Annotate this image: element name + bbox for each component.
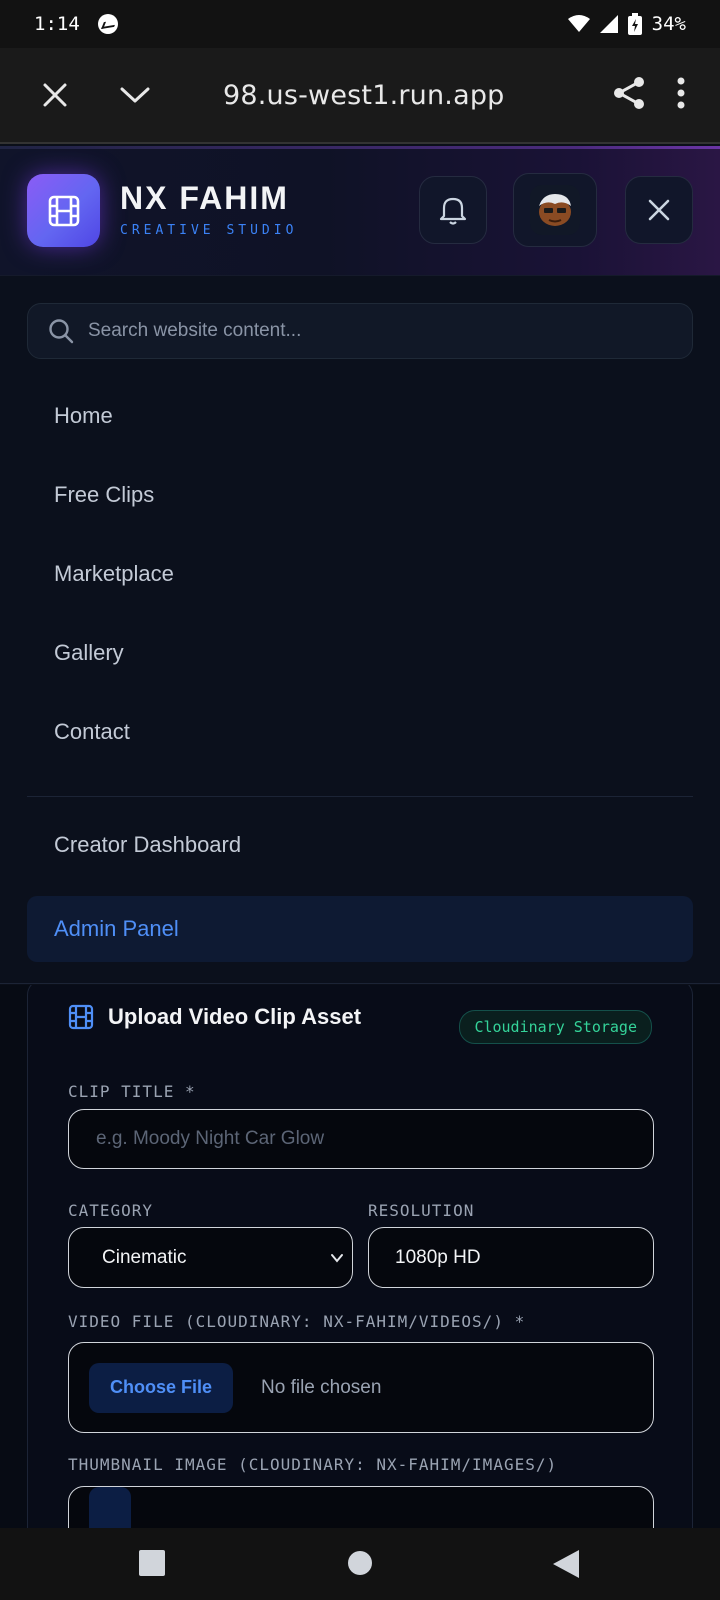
close-tab-button[interactable]	[27, 67, 83, 123]
profile-button[interactable]	[513, 173, 597, 247]
storage-badge: Cloudinary Storage	[459, 1010, 652, 1044]
browser-toolbar: 98.us-west1.run.app	[0, 48, 720, 144]
url-text[interactable]: 98.us-west1.run.app	[223, 80, 505, 111]
more-vert-icon	[677, 77, 685, 108]
thumbnail-label: THUMBNAIL IMAGE (CLOUDINARY: NX-FAHIM/IM…	[68, 1455, 558, 1474]
clip-title-placeholder: e.g. Moody Night Car Glow	[96, 1128, 325, 1149]
nav-item-contact[interactable]: Contact	[27, 692, 693, 771]
signal-icon	[599, 15, 618, 33]
resolution-label: RESOLUTION	[368, 1201, 475, 1220]
home-button[interactable]	[347, 1550, 373, 1576]
close-menu-button[interactable]	[625, 176, 693, 244]
nav-item-home[interactable]: Home	[27, 376, 693, 455]
back-button[interactable]	[553, 1550, 579, 1578]
upload-card: Upload Video Clip Asset Cloudinary Stora…	[27, 985, 693, 1528]
share-button[interactable]	[612, 76, 646, 115]
brand-subtitle: CREATIVE STUDIO	[120, 223, 298, 238]
chevron-down-icon	[120, 87, 150, 103]
clip-title-label: CLIP TITLE *	[68, 1082, 196, 1101]
category-label: CATEGORY	[68, 1201, 154, 1220]
wifi-icon	[567, 15, 590, 32]
primary-nav: Home Free Clips Marketplace Gallery Cont…	[27, 376, 693, 771]
notifications-button[interactable]	[419, 176, 487, 244]
category-value: Cinematic	[102, 1246, 187, 1268]
brand-name: NX FAHIM	[120, 180, 289, 216]
status-bar: 1:14 34%	[0, 0, 720, 48]
recent-apps-button[interactable]	[139, 1550, 165, 1576]
nav-drawer: Search website content... Home Free Clip…	[0, 276, 720, 984]
video-file-label: VIDEO FILE (CLOUDINARY: NX-FAHIM/VIDEOS/…	[68, 1312, 526, 1331]
search-placeholder: Search website content...	[88, 320, 302, 341]
messenger-icon	[97, 14, 118, 34]
nav-item-creator-dashboard[interactable]: Creator Dashboard	[27, 805, 693, 884]
resolution-input[interactable]: 1080p HD	[368, 1227, 654, 1288]
bell-icon	[439, 197, 467, 225]
clip-title-input[interactable]: e.g. Moody Night Car Glow	[68, 1109, 654, 1169]
close-icon	[43, 83, 67, 107]
film-icon	[68, 1004, 94, 1030]
choose-file-button[interactable]: Choose File	[89, 1362, 234, 1413]
search-input[interactable]: Search website content...	[27, 303, 693, 359]
collapse-button[interactable]	[107, 67, 163, 123]
category-select[interactable]: Cinematic	[68, 1227, 353, 1288]
film-icon	[48, 195, 79, 226]
app-header: NX FAHIM CREATIVE STUDIO	[0, 146, 720, 276]
upload-card-title: Upload Video Clip Asset	[108, 1004, 362, 1029]
chevron-down-icon	[331, 1253, 343, 1263]
choose-thumbnail-button[interactable]	[89, 1486, 131, 1528]
avatar	[530, 185, 580, 235]
status-time: 1:14	[34, 13, 80, 35]
close-icon	[648, 199, 670, 221]
page-content: Upload Video Clip Asset Cloudinary Stora…	[0, 985, 720, 1528]
nav-item-free-clips[interactable]: Free Clips	[27, 455, 693, 534]
nav-item-marketplace[interactable]: Marketplace	[27, 534, 693, 613]
no-file-text: No file chosen	[261, 1376, 382, 1398]
battery-level: 34%	[651, 13, 686, 35]
resolution-value: 1080p HD	[395, 1246, 481, 1268]
search-icon	[48, 318, 74, 344]
system-nav-bar	[0, 1528, 720, 1600]
nav-item-admin-panel[interactable]: Admin Panel	[27, 896, 693, 962]
video-file-input[interactable]: Choose File No file chosen	[68, 1342, 654, 1433]
battery-icon	[627, 13, 642, 35]
logo[interactable]	[27, 174, 100, 247]
share-icon	[614, 76, 644, 109]
more-options-button[interactable]	[676, 77, 686, 114]
nav-item-gallery[interactable]: Gallery	[27, 613, 693, 692]
nav-divider	[27, 796, 693, 797]
secondary-nav: Creator Dashboard Admin Panel	[27, 805, 693, 962]
thumbnail-file-input[interactable]	[68, 1486, 654, 1528]
